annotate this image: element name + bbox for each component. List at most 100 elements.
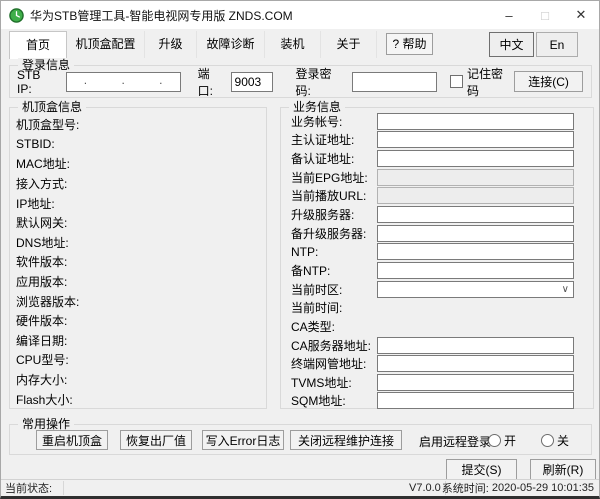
- backup-upgrade-server-field[interactable]: [377, 224, 574, 242]
- backup-auth-field[interactable]: [377, 150, 574, 168]
- field-label: IP地址:: [16, 196, 55, 211]
- login-row: STB IP: . . . 端口: 登录密码: 记住密码 连接(C): [10, 66, 591, 98]
- stb-info-row: IP地址:: [10, 193, 266, 213]
- tab-upgrade[interactable]: 升级: [145, 31, 197, 58]
- service-info-row: 备升级服务器:: [281, 224, 593, 243]
- terminal-nms-field[interactable]: [377, 355, 574, 373]
- field-label: 备认证地址:: [291, 152, 355, 167]
- remote-login-on-label: 开: [504, 434, 517, 448]
- current-status-label: 当前状态:: [5, 483, 53, 495]
- write-error-log-button[interactable]: 写入Error日志: [202, 430, 284, 450]
- login-group: 登录信息 STB IP: . . . 端口: 登录密码: 记住密码 连接(C): [9, 58, 592, 98]
- chevron-down-icon: ∨: [561, 283, 569, 295]
- sqm-field[interactable]: [377, 392, 574, 410]
- stb-info-row: 默认网关:: [10, 213, 266, 233]
- ip-dot: .: [159, 72, 163, 87]
- field-label: DNS地址:: [16, 235, 69, 250]
- reboot-stb-button[interactable]: 重启机顶盒: [36, 430, 108, 450]
- tab-stb-config[interactable]: 机顶盒配置: [67, 31, 145, 58]
- remote-login-on-option: 开: [488, 432, 516, 449]
- statusbar-divider: [63, 481, 64, 495]
- refresh-button[interactable]: 刷新(R): [530, 459, 596, 480]
- close-remote-maintenance-button[interactable]: 关闭远程维护连接: [290, 430, 402, 450]
- field-label: 主认证地址:: [291, 133, 355, 148]
- service-info-row: 主认证地址:: [281, 131, 593, 150]
- factory-reset-button[interactable]: 恢复出厂值: [120, 430, 192, 450]
- window-controls: – □ ✕: [491, 1, 599, 29]
- field-label: CA服务器地址:: [291, 338, 372, 353]
- tvms-field[interactable]: [377, 373, 574, 391]
- primary-auth-field[interactable]: [377, 131, 574, 149]
- stb-info-row: STBID:: [10, 135, 266, 155]
- submit-button[interactable]: 提交(S): [446, 459, 517, 480]
- current-epg-field: [377, 168, 574, 186]
- stb-info-row: 内存大小:: [10, 370, 266, 390]
- system-time: 系统时间: 2020-05-29 10:01:35: [442, 480, 594, 496]
- port-input[interactable]: [230, 71, 273, 92]
- stb-info-row: DNS地址:: [10, 233, 266, 253]
- service-info-row: 当前EPG地址:: [281, 168, 593, 187]
- field-label: 内存大小:: [16, 373, 68, 388]
- stb-ip-input[interactable]: . . .: [65, 71, 181, 92]
- stb-info-row: 软件版本:: [10, 252, 266, 272]
- common-ops-group: 常用操作 启用远程登录: 开 关 重启机顶盒 恢复出厂值 写入Error日志 关闭远程…: [9, 417, 592, 455]
- service-info-row: 备NTP:: [281, 261, 593, 280]
- title-bar: 华为STB管理工具-智能电视网专用版 ZNDS.COM – □ ✕: [1, 1, 599, 29]
- app-window: 华为STB管理工具-智能电视网专用版 ZNDS.COM – □ ✕ 首页 机顶盒配…: [0, 0, 600, 499]
- lang-english-button[interactable]: En: [536, 32, 578, 57]
- field-label: 接入方式:: [16, 177, 68, 192]
- field-label: 硬件版本:: [16, 314, 68, 329]
- field-label: 当前时间:: [291, 301, 343, 316]
- ip-dot: .: [83, 72, 88, 87]
- field-label: CPU型号:: [16, 353, 69, 368]
- field-label: NTP:: [291, 244, 319, 259]
- upgrade-server-field[interactable]: [377, 206, 574, 224]
- field-label: CA类型:: [291, 319, 336, 334]
- field-label: 应用版本:: [16, 275, 68, 290]
- service-info-row: SQM地址:: [281, 392, 593, 411]
- service-info-row: 当前时区: ∨: [281, 280, 593, 299]
- remote-login-off-label: 关: [557, 434, 570, 448]
- field-label: 软件版本:: [16, 255, 68, 270]
- service-info-row: 当前播放URL:: [281, 187, 593, 206]
- remember-password-checkbox[interactable]: [449, 75, 463, 88]
- lang-chinese-button[interactable]: 中文: [489, 32, 534, 57]
- service-info-row: 备认证地址:: [281, 149, 593, 168]
- tab-about[interactable]: 关于: [321, 31, 377, 58]
- field-label: 机顶盒型号:: [16, 118, 80, 133]
- connect-button[interactable]: 连接(C): [514, 71, 583, 92]
- stb-info-row: 编译日期:: [10, 331, 266, 351]
- remote-login-label: 启用远程登录:: [419, 435, 495, 449]
- tab-diagnosis[interactable]: 故障诊断: [197, 31, 265, 58]
- stb-info-row: MAC地址:: [10, 154, 266, 174]
- close-icon[interactable]: ✕: [563, 1, 599, 29]
- timezone-select[interactable]: ∨: [377, 280, 574, 298]
- field-label: 当前EPG地址:: [291, 170, 368, 185]
- port-label: 端口:: [197, 66, 213, 98]
- backup-ntp-field[interactable]: [377, 261, 574, 279]
- ca-server-field[interactable]: [377, 336, 574, 354]
- tab-install[interactable]: 装机: [265, 31, 321, 58]
- minimize-icon[interactable]: –: [491, 1, 527, 29]
- tab-home[interactable]: 首页: [9, 31, 67, 59]
- service-info-group: 业务信息 业务帐号: 主认证地址: 备认证地址: 当前EPG地址: 当前播放URL: 升级…: [280, 100, 594, 411]
- remote-login-off-radio[interactable]: [541, 434, 554, 447]
- version-text: V7.0.0: [409, 482, 441, 494]
- password-label: 登录密码:: [295, 66, 332, 98]
- password-input[interactable]: [351, 71, 437, 92]
- stb-info-group-title: 机顶盒信息: [18, 100, 87, 114]
- ntp-field[interactable]: [377, 243, 574, 261]
- system-time-value: 2020-05-29 10:01:35: [491, 482, 594, 494]
- field-label: STBID:: [16, 137, 55, 152]
- status-bar: 当前状态: V7.0.0 系统时间: 2020-05-29 10:01:35: [1, 479, 599, 496]
- stb-info-row: 机顶盒型号:: [10, 115, 266, 135]
- service-info-row: NTP:: [281, 242, 593, 261]
- field-label: 备升级服务器:: [291, 226, 367, 241]
- service-info-row: 终端网管地址:: [281, 354, 593, 373]
- field-label: SQM地址:: [291, 394, 346, 409]
- account-field[interactable]: [377, 112, 574, 130]
- help-button[interactable]: ? 帮助: [386, 33, 433, 55]
- service-info-row: CA类型:: [281, 317, 593, 336]
- service-info-row: 业务帐号:: [281, 112, 593, 131]
- remote-login-on-radio[interactable]: [488, 434, 501, 447]
